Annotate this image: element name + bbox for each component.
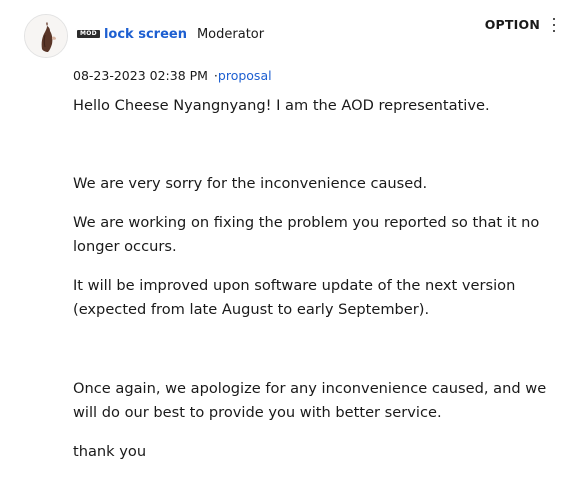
author-row: MOD lock screen Moderator <box>77 25 264 43</box>
moderator-badge: MOD <box>77 30 100 38</box>
post-label-link[interactable]: proposal <box>218 68 272 83</box>
post-paragraph: We are very sorry for the inconvenience … <box>73 175 428 192</box>
option-menu-button[interactable]: OPTION <box>485 17 556 32</box>
post-paragraph: Once again, we apologize for any inconve… <box>73 380 547 421</box>
post-paragraph: We are working on fixing the problem you… <box>73 214 540 255</box>
forum-post: MOD lock screen Moderator OPTION 08-23-2… <box>0 0 584 481</box>
post-datetime: 08-23-2023 02:38 PM <box>73 68 208 83</box>
post-body: Hello Cheese Nyangnyang! I am the AOD re… <box>73 94 563 479</box>
author-username[interactable]: lock screen <box>104 27 187 42</box>
user-avatar-image <box>25 15 67 57</box>
post-meta: 08-23-2023 02:38 PM ·proposal <box>73 68 272 83</box>
post-paragraph: It will be improved upon software update… <box>73 277 516 318</box>
author-role: Moderator <box>196 26 265 42</box>
post-paragraph: Hello Cheese Nyangnyang! I am the AOD re… <box>73 97 490 114</box>
option-label: OPTION <box>484 17 540 32</box>
avatar[interactable] <box>24 14 68 58</box>
post-paragraph: thank you <box>73 443 147 460</box>
kebab-menu-icon <box>552 17 556 32</box>
